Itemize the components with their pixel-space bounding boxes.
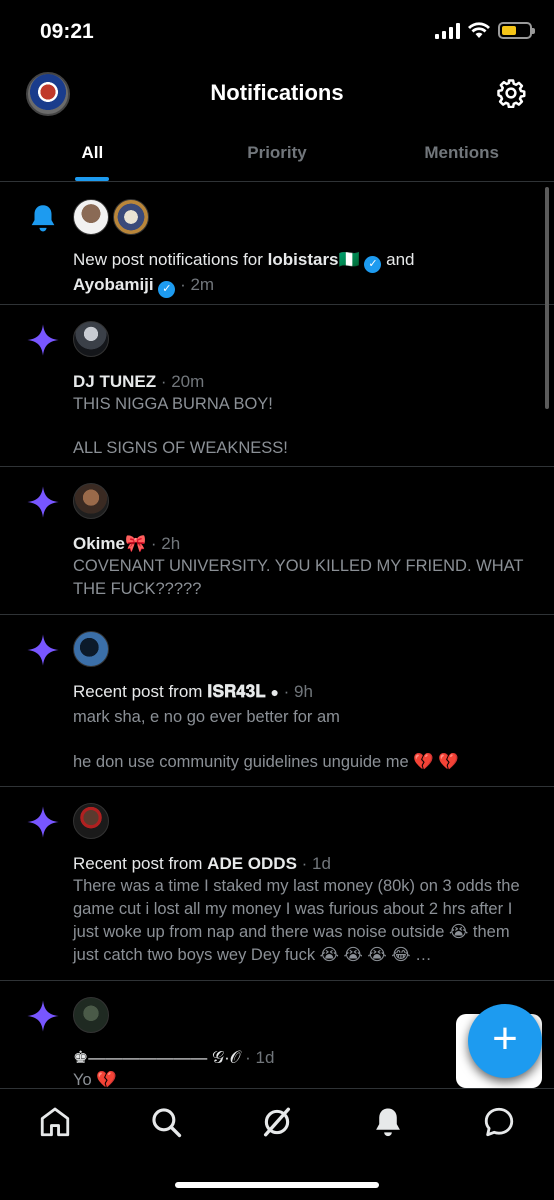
notifications-list: New post notifications for lobistars🇳🇬 ✓… [0, 183, 554, 1088]
notification-text: and [381, 250, 415, 269]
gear-icon[interactable] [496, 78, 526, 108]
sparkle-icon [27, 486, 59, 518]
tab-label: Priority [247, 143, 307, 162]
username-link[interactable]: lobistars🇳🇬 [268, 250, 360, 269]
notification-item[interactable]: DJ TUNEZ · 20m THIS NIGGA BURNA BOY! ALL… [0, 305, 554, 467]
scrollbar[interactable] [545, 187, 549, 409]
avatar[interactable] [73, 997, 109, 1033]
battery-icon [498, 22, 535, 39]
verified-badge-icon: ✓ [158, 281, 176, 298]
avatar[interactable] [73, 631, 109, 667]
notification-item[interactable]: Okime🎀 · 2h COVENANT UNIVERSITY. YOU KIL… [0, 467, 554, 615]
timestamp: · 2h [146, 534, 181, 553]
notification-text: Recent post from [73, 682, 208, 701]
tab-mentions[interactable]: Mentions [369, 134, 554, 181]
compose-button[interactable]: + [468, 1004, 542, 1078]
notification-text: Recent post from [73, 854, 208, 873]
status-bar: 09:21 [0, 0, 554, 64]
sparkle-icon [27, 634, 59, 666]
notification-item[interactable]: Recent post from ADE ODDS · 1d There was… [0, 787, 554, 981]
apple-logo-icon: ● [270, 684, 279, 700]
notifications-icon[interactable] [371, 1105, 405, 1139]
timestamp: · 9h [278, 682, 313, 701]
header: Notifications [0, 64, 554, 124]
sparkle-icon [27, 806, 59, 838]
post-text: COVENANT UNIVERSITY. YOU KILLED MY FRIEN… [73, 557, 524, 598]
sparkle-icon [27, 324, 59, 356]
avatar[interactable] [73, 321, 109, 357]
sparkle-icon [27, 1000, 59, 1032]
home-indicator [175, 1182, 379, 1188]
timestamp: · 1d [296, 854, 331, 873]
avatar[interactable] [73, 199, 109, 235]
username-link[interactable]: Ayobamiji [73, 275, 154, 294]
active-tab-indicator [75, 177, 110, 181]
tab-bar: All Priority Mentions [0, 134, 554, 182]
username-link[interactable]: ♚——————— 𝒢·𝒪 [73, 1048, 240, 1067]
timestamp: · 20m [156, 372, 205, 391]
post-text: mark sha, e no go ever better for am [73, 708, 340, 726]
page-title: Notifications [210, 80, 344, 105]
tab-all[interactable]: All [0, 134, 185, 181]
tab-label: All [81, 143, 104, 162]
username-link[interactable]: Okime🎀 [73, 534, 146, 553]
avatar[interactable] [73, 483, 109, 519]
post-text: he don use community guidelines unguide … [73, 753, 459, 771]
notification-item[interactable]: Recent post from 𝐈𝐒𝐑𝟒𝟑𝐋 ● · 9h mark sha,… [0, 615, 554, 787]
search-icon[interactable] [149, 1105, 183, 1139]
grok-icon[interactable] [260, 1105, 294, 1139]
status-time: 09:21 [40, 20, 94, 43]
post-text: ALL SIGNS OF WEAKNESS! [73, 439, 288, 457]
username-link[interactable]: ADE ODDS [207, 854, 297, 873]
avatar[interactable] [73, 803, 109, 839]
home-icon[interactable] [38, 1105, 72, 1139]
cellular-signal-icon [435, 22, 460, 39]
messages-icon[interactable] [482, 1105, 516, 1139]
status-icons [435, 22, 535, 39]
username-link[interactable]: 𝐈𝐒𝐑𝟒𝟑𝐋 [207, 682, 270, 701]
tab-priority[interactable]: Priority [185, 134, 370, 181]
tab-label: Mentions [424, 143, 499, 162]
notification-text: New post notifications for [73, 250, 268, 269]
wifi-icon [468, 22, 490, 38]
post-text: THIS NIGGA BURNA BOY! [73, 395, 273, 413]
timestamp: · 1d [240, 1048, 275, 1067]
notification-item[interactable]: New post notifications for lobistars🇳🇬 ✓… [0, 183, 554, 305]
timestamp: · 2m [175, 275, 215, 294]
avatar[interactable] [113, 199, 149, 235]
verified-badge-icon: ✓ [364, 256, 382, 273]
bell-icon [31, 205, 55, 232]
post-text: There was a time I staked my last money … [73, 877, 520, 964]
bottom-nav [0, 1088, 554, 1200]
username-link[interactable]: DJ TUNEZ [73, 372, 156, 391]
